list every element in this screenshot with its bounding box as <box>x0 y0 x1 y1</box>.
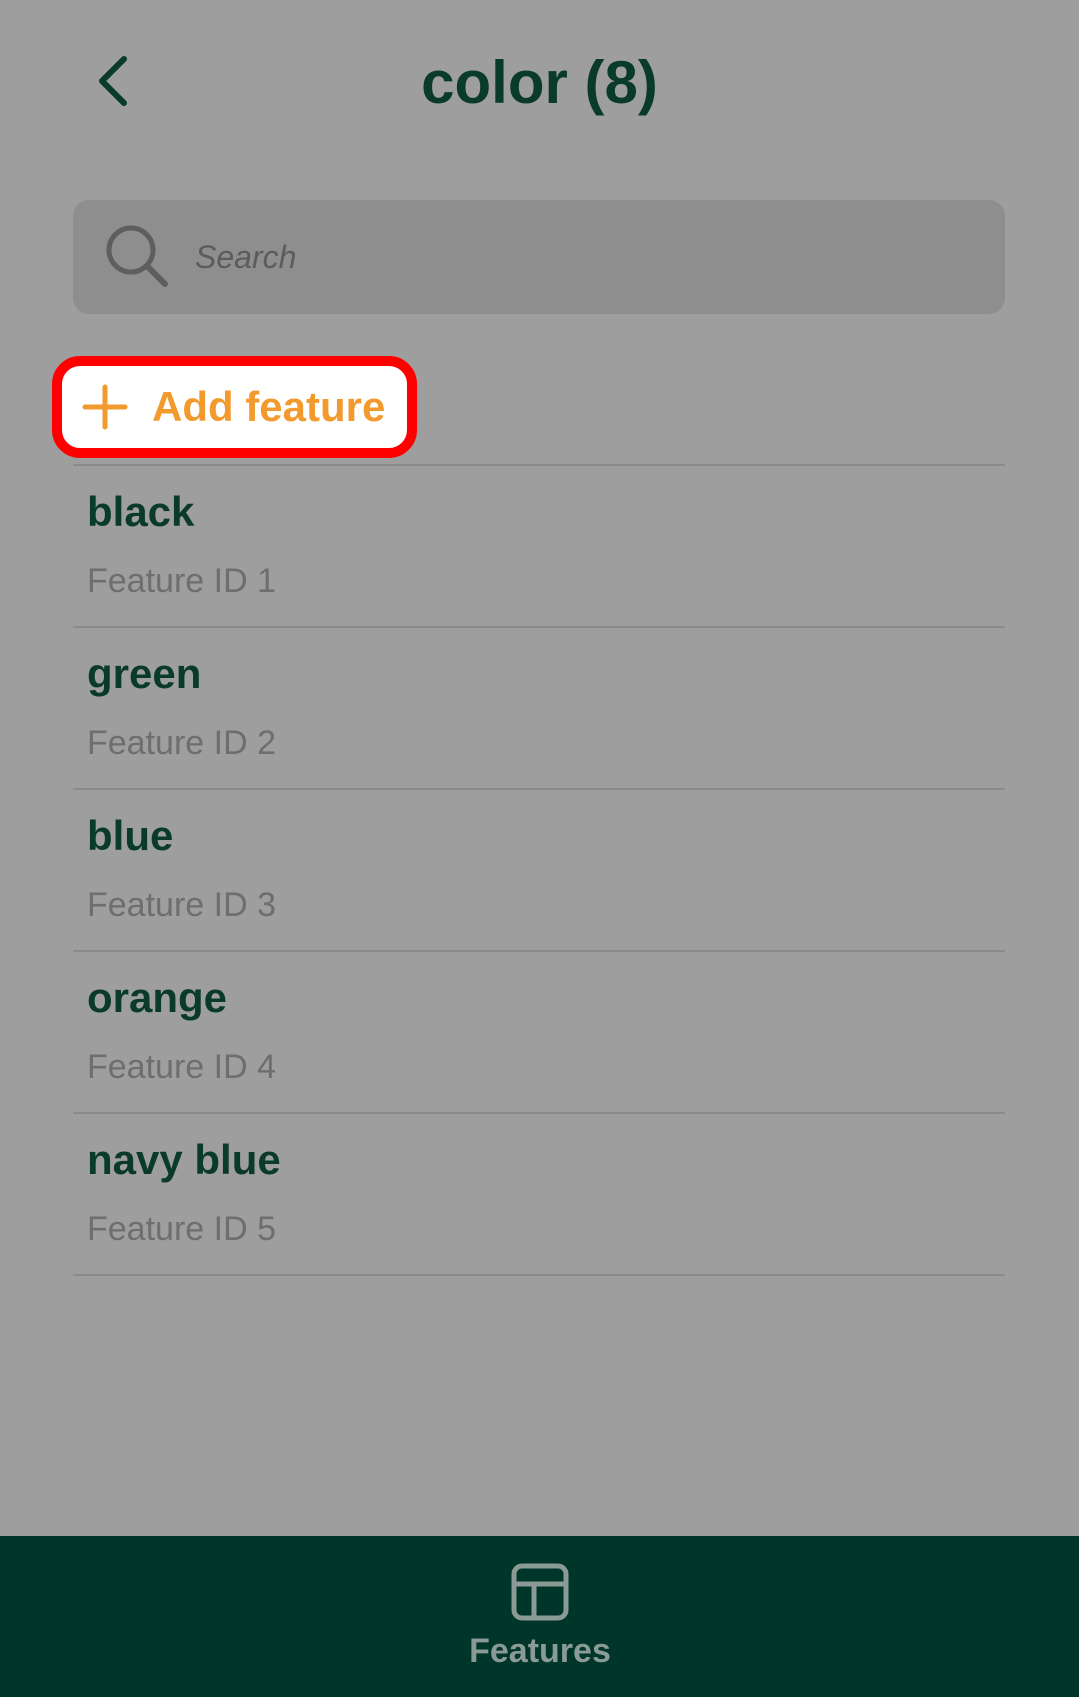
header: color (8) <box>0 0 1079 170</box>
list-item[interactable]: navy blue Feature ID 5 <box>73 1114 1005 1276</box>
feature-name: orange <box>87 974 228 1021</box>
feature-name: blue <box>87 812 174 859</box>
bottom-nav: Features <box>0 1536 1079 1697</box>
search-input[interactable] <box>193 216 1005 298</box>
list-item[interactable]: black Feature ID 1 <box>73 466 1005 628</box>
plus-icon <box>82 384 128 430</box>
table-grid-icon <box>510 1562 570 1622</box>
feature-name: black <box>87 488 195 535</box>
tab-features[interactable]: Features <box>440 1562 640 1682</box>
list-item[interactable]: orange Feature ID 4 <box>73 952 1005 1114</box>
page-title: color (8) <box>421 49 658 116</box>
feature-list: black Feature ID 1 green Feature ID 2 bl… <box>73 464 1005 1276</box>
feature-id: Feature ID 2 <box>87 724 276 762</box>
search-bar[interactable] <box>73 200 1005 314</box>
feature-name: navy blue <box>87 1136 281 1183</box>
list-item[interactable]: green Feature ID 2 <box>73 628 1005 790</box>
list-item[interactable]: blue Feature ID 3 <box>73 790 1005 952</box>
feature-name: green <box>87 650 202 697</box>
feature-id: Feature ID 5 <box>87 1210 276 1248</box>
add-feature-button[interactable]: Add feature <box>52 356 417 458</box>
feature-id: Feature ID 4 <box>87 1048 276 1086</box>
feature-id: Feature ID 1 <box>87 562 276 600</box>
search-icon <box>103 222 173 292</box>
tab-features-label: Features <box>469 1632 611 1670</box>
feature-id: Feature ID 3 <box>87 886 276 924</box>
add-feature-label: Add feature <box>152 383 386 430</box>
